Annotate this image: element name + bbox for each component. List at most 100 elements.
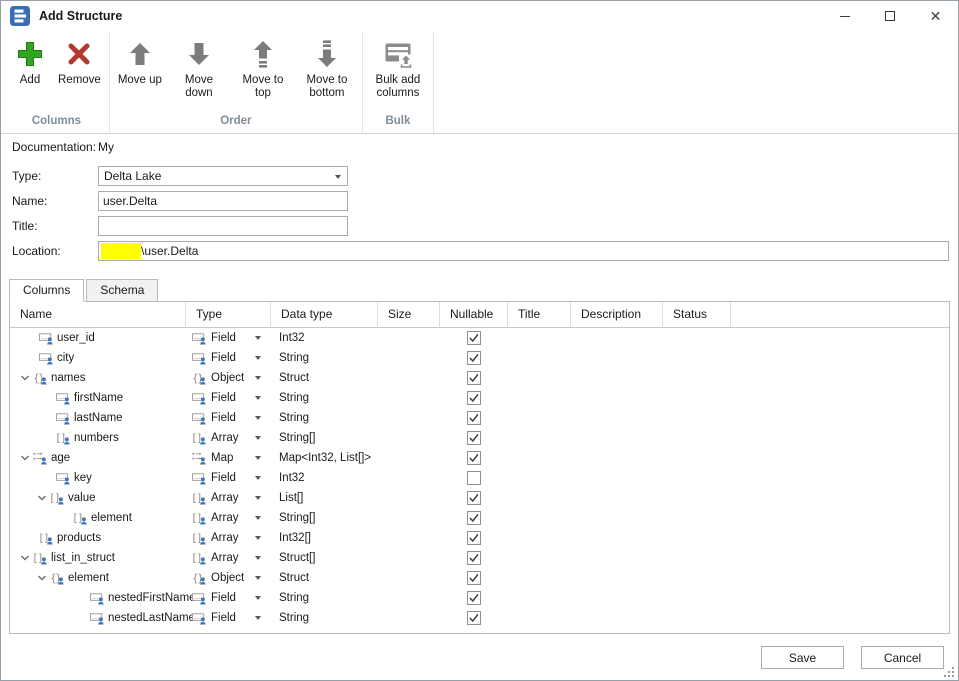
nullable-checkbox[interactable] bbox=[467, 471, 481, 485]
chevron-expanded-icon[interactable] bbox=[20, 453, 30, 463]
table-row[interactable]: cityFieldString bbox=[10, 348, 949, 368]
ribbon-button-move-down[interactable]: Move down bbox=[167, 31, 231, 102]
move-to-bottom-icon bbox=[311, 38, 343, 70]
nullable-checkbox[interactable] bbox=[467, 391, 481, 405]
expand-chevron[interactable] bbox=[20, 373, 33, 383]
ribbon-button-remove[interactable]: Remove bbox=[53, 31, 106, 89]
nullable-checkbox[interactable] bbox=[467, 431, 481, 445]
type-dropdown-cell[interactable]: []Array bbox=[186, 488, 271, 508]
table-row[interactable]: lastNameFieldString bbox=[10, 408, 949, 428]
close-button[interactable]: ✕ bbox=[913, 1, 958, 31]
nullable-checkbox[interactable] bbox=[467, 531, 481, 545]
table-row[interactable]: []products[]ArrayInt32[] bbox=[10, 528, 949, 548]
expand-chevron[interactable] bbox=[20, 553, 33, 563]
table-row[interactable]: []numbers[]ArrayString[] bbox=[10, 428, 949, 448]
type-dropdown-cell[interactable]: Field bbox=[186, 408, 271, 428]
column-header-type[interactable]: Type bbox=[186, 302, 271, 328]
type-dropdown-cell[interactable]: Field bbox=[186, 328, 271, 348]
cancel-button[interactable]: Cancel bbox=[861, 646, 944, 669]
type-dropdown-cell[interactable]: Field bbox=[186, 588, 271, 608]
nullable-checkbox[interactable] bbox=[467, 411, 481, 425]
nullable-checkbox[interactable] bbox=[467, 591, 481, 605]
column-header-size[interactable]: Size bbox=[378, 302, 440, 328]
name-input[interactable] bbox=[98, 191, 348, 211]
table-row[interactable]: []list_in_struct[]ArrayStruct[] bbox=[10, 548, 949, 568]
chevron-expanded-icon[interactable] bbox=[20, 553, 30, 563]
nullable-checkbox[interactable] bbox=[467, 351, 481, 365]
table-row[interactable]: keyFieldInt32 bbox=[10, 468, 949, 488]
type-dropdown-cell[interactable]: Field bbox=[186, 348, 271, 368]
column-header-name[interactable]: Name bbox=[10, 302, 186, 328]
app-icon bbox=[10, 6, 30, 26]
type-dropdown-cell[interactable]: []Array bbox=[186, 508, 271, 528]
table-row[interactable]: []element[]ArrayString[] bbox=[10, 508, 949, 528]
chevron-expanded-icon[interactable] bbox=[37, 493, 47, 503]
type-dropdown-cell[interactable]: Field bbox=[186, 388, 271, 408]
table-row[interactable]: []value[]ArrayList[] bbox=[10, 488, 949, 508]
column-header-description[interactable]: Description bbox=[571, 302, 663, 328]
nullable-checkbox[interactable] bbox=[467, 571, 481, 585]
table-row[interactable]: {}names{}ObjectStruct bbox=[10, 368, 949, 388]
column-header-nullable[interactable]: Nullable bbox=[440, 302, 508, 328]
type-dropdown-cell[interactable]: []Array bbox=[186, 428, 271, 448]
table-row[interactable]: nestedFirstNameFieldString bbox=[10, 588, 949, 608]
table-row[interactable]: nestedLastNameFieldString bbox=[10, 608, 949, 628]
resize-grip-icon[interactable] bbox=[944, 667, 955, 678]
expand-chevron[interactable] bbox=[20, 453, 33, 463]
chevron-expanded-icon[interactable] bbox=[20, 373, 30, 383]
ribbon-button-move-to-bottom[interactable]: Move to bottom bbox=[295, 31, 359, 102]
nullable-checkbox[interactable] bbox=[467, 371, 481, 385]
array-type-icon: [] bbox=[192, 431, 207, 445]
maximize-button[interactable] bbox=[868, 1, 913, 31]
ribbon-button-move-up[interactable]: Move up bbox=[113, 31, 167, 89]
column-header-status[interactable]: Status bbox=[663, 302, 731, 328]
nullable-checkbox[interactable] bbox=[467, 611, 481, 625]
ribbon-button-label: Move to top bbox=[236, 74, 290, 100]
column-header-data-type[interactable]: Data type bbox=[271, 302, 378, 328]
move-up-icon bbox=[124, 38, 156, 70]
svg-text:]: ] bbox=[197, 552, 201, 564]
type-dropdown-cell[interactable]: []Array bbox=[186, 528, 271, 548]
column-header-title[interactable]: Title bbox=[508, 302, 571, 328]
documentation-label: Documentation: bbox=[12, 140, 98, 154]
field-node-icon bbox=[56, 411, 71, 425]
table-row[interactable]: ageMapMap<Int32, List[]> bbox=[10, 448, 949, 468]
type-label: Field bbox=[211, 472, 236, 484]
array-icon: [] bbox=[33, 551, 48, 565]
type-dropdown-cell[interactable]: Field bbox=[186, 608, 271, 628]
nullable-cell bbox=[440, 468, 508, 488]
tab-columns[interactable]: Columns bbox=[9, 279, 84, 302]
type-dropdown-cell[interactable]: Map bbox=[186, 448, 271, 468]
ribbon-button-bulk-add-columns[interactable]: Bulk add columns bbox=[366, 31, 430, 102]
table-row[interactable]: user_idFieldInt32 bbox=[10, 328, 949, 348]
object-icon: {} bbox=[192, 571, 207, 585]
type-select[interactable]: Delta Lake bbox=[98, 166, 348, 186]
expand-chevron[interactable] bbox=[37, 493, 50, 503]
type-dropdown-cell[interactable]: {}Object bbox=[186, 368, 271, 388]
type-dropdown-cell[interactable]: Field bbox=[186, 468, 271, 488]
nullable-checkbox[interactable] bbox=[467, 451, 481, 465]
ribbon-button-add[interactable]: Add bbox=[7, 31, 53, 89]
table-row[interactable]: {}element{}ObjectStruct bbox=[10, 568, 949, 588]
type-label: Field bbox=[211, 332, 236, 344]
nullable-checkbox[interactable] bbox=[467, 511, 481, 525]
tab-schema[interactable]: Schema bbox=[86, 279, 158, 302]
ribbon-button-move-to-top[interactable]: Move to top bbox=[231, 31, 295, 102]
chevron-expanded-icon[interactable] bbox=[37, 573, 47, 583]
nullable-checkbox[interactable] bbox=[467, 551, 481, 565]
title-input[interactable] bbox=[98, 216, 348, 236]
ribbon-groups: AddRemoveColumnsMove upMove downMove to … bbox=[4, 31, 434, 133]
expand-chevron[interactable] bbox=[37, 573, 50, 583]
type-dropdown-cell[interactable]: {}Object bbox=[186, 568, 271, 588]
field-icon bbox=[90, 591, 105, 605]
nullable-checkbox[interactable] bbox=[467, 331, 481, 345]
column-name-label: age bbox=[51, 452, 70, 464]
save-button[interactable]: Save bbox=[761, 646, 844, 669]
minimize-button[interactable] bbox=[823, 1, 868, 31]
nullable-checkbox[interactable] bbox=[467, 491, 481, 505]
field-icon bbox=[192, 411, 207, 425]
title-label: Title: bbox=[12, 219, 98, 233]
type-dropdown-cell[interactable]: []Array bbox=[186, 548, 271, 568]
location-input[interactable]: \user.Delta bbox=[98, 241, 949, 261]
table-row[interactable]: firstNameFieldString bbox=[10, 388, 949, 408]
